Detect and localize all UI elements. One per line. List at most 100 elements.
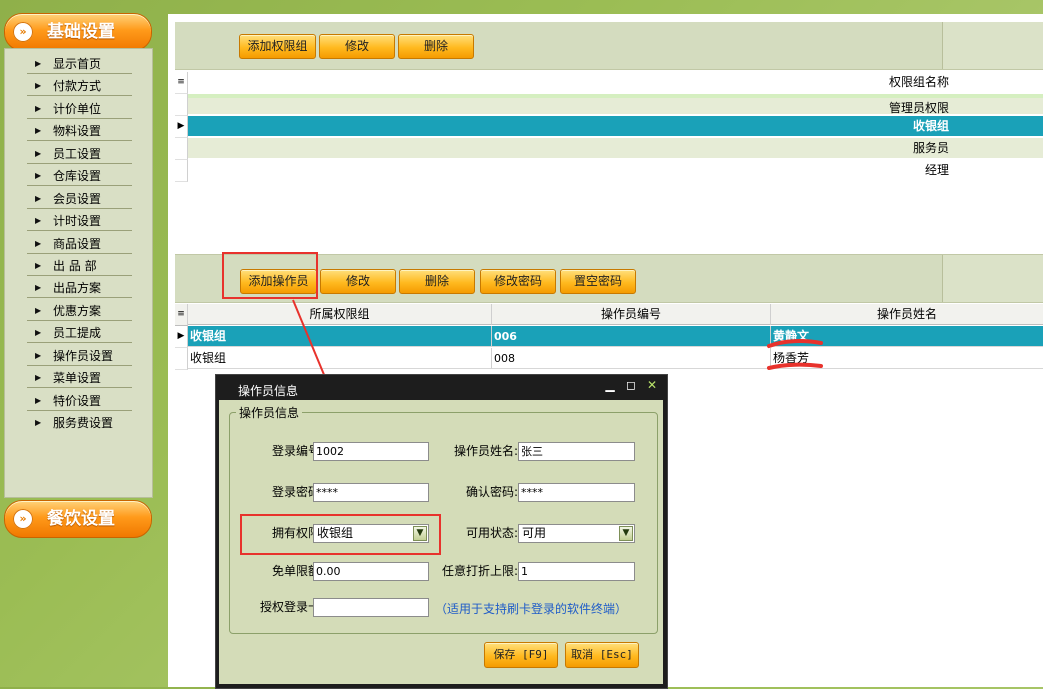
save-button[interactable]: 保存 [F9]	[484, 642, 558, 668]
permission-selected-value: 收银组	[317, 526, 354, 540]
add-operator-button[interactable]: 添加操作员	[240, 269, 317, 294]
sidebar-item-staff[interactable]: ▶ 员工设置	[27, 142, 132, 164]
grid-corner-icon: ≡	[175, 304, 188, 326]
triangle-right-icon: ▶	[35, 373, 42, 382]
status-selected-value: 可用	[522, 526, 547, 540]
sidebar-item-service-fee[interactable]: ▶ 服务费设置	[27, 411, 132, 432]
sidebar-item-commission[interactable]: ▶ 员工提成	[27, 321, 132, 343]
triangle-right-icon: ▶	[35, 261, 42, 270]
sidebar-item-menu[interactable]: ▶ 菜单设置	[27, 366, 132, 388]
triangle-right-icon: ▶	[35, 194, 42, 203]
clear-password-button[interactable]: 置空密码	[560, 269, 636, 294]
col-header-name[interactable]: 操作员姓名	[771, 304, 1043, 325]
triangle-right-icon: ▶	[35, 149, 42, 158]
login-password-input[interactable]: ****	[313, 483, 429, 502]
sidebar-header-label: 餐饮设置	[47, 509, 115, 529]
triangle-right-icon: ▶	[35, 239, 42, 248]
login-code-input[interactable]: 1002	[313, 442, 429, 461]
triangle-right-icon: ▶	[35, 283, 42, 292]
sidebar: » 基础设置 ▶ 显示首页 ▶ 付款方式 ▶ 计价单位 ▶ 物料设置 ▶ 员工设置 ▶ 仓库…	[0, 0, 160, 687]
triangle-right-icon: ▶	[35, 126, 42, 135]
cancel-button[interactable]: 取消 [Esc]	[565, 642, 639, 668]
group-legend: 操作员信息	[236, 404, 303, 421]
chevron-down-icon[interactable]: ▼	[619, 526, 633, 541]
operator-name-label: 操作员姓名:	[453, 444, 518, 458]
confirm-password-label: 确认密码:	[465, 485, 518, 499]
edit-operator-button[interactable]: 修改	[320, 269, 396, 294]
triangle-right-icon: ▶	[35, 306, 42, 315]
redaction-scribble	[767, 339, 823, 370]
auth-card-input[interactable]	[313, 598, 429, 617]
current-row-arrow-icon: ▶	[175, 116, 188, 138]
delete-operator-button[interactable]: 删除	[399, 269, 475, 294]
discount-limit-label: 任意打折上限:	[441, 564, 518, 578]
dialog-title: 操作员信息	[238, 384, 299, 398]
status-label: 可用状态:	[465, 526, 518, 540]
minimize-icon[interactable]: ▁	[602, 378, 618, 392]
perm-grid-row[interactable]: 经理	[188, 160, 1043, 181]
table-row-cell[interactable]: 006	[492, 326, 771, 347]
table-row-cell[interactable]: 008	[492, 348, 771, 369]
perm-grid-row-selected[interactable]: 收银组	[188, 116, 1043, 137]
triangle-right-icon: ▶	[35, 396, 42, 405]
row-indicator	[175, 348, 188, 370]
toolbar-spacer	[942, 255, 1043, 302]
col-header-code[interactable]: 操作员编号	[492, 304, 771, 325]
sidebar-item-member[interactable]: ▶ 会员设置	[27, 187, 132, 209]
edit-perm-group-button[interactable]: 修改	[319, 34, 395, 59]
triangle-right-icon: ▶	[35, 351, 42, 360]
sidebar-item-material[interactable]: ▶ 物料设置	[27, 119, 132, 141]
sidebar-item-home[interactable]: ▶ 显示首页	[27, 52, 132, 74]
grid-corner-icon: ≡	[175, 72, 188, 94]
operator-name-input[interactable]: 张三	[518, 442, 635, 461]
perm-toolbar: 添加权限组 修改 删除	[175, 22, 1043, 70]
triangle-right-icon: ▶	[35, 59, 42, 68]
sidebar-item-special-price[interactable]: ▶ 特价设置	[27, 389, 132, 411]
double-arrow-icon: »	[13, 22, 33, 42]
permission-select[interactable]: 收银组 ▼	[313, 524, 429, 543]
discount-limit-input[interactable]: 1	[518, 562, 635, 581]
sidebar-item-output-plan[interactable]: ▶ 出品方案	[27, 276, 132, 298]
operator-info-dialog: 操作员信息 ▁ ◻ ✕ 操作员信息 登录编号: 1002 操作员姓名: 张三 登…	[215, 374, 668, 689]
sidebar-item-goods[interactable]: ▶ 商品设置	[27, 232, 132, 254]
sidebar-item-discount-plan[interactable]: ▶ 优惠方案	[27, 299, 132, 321]
row-indicator	[175, 160, 188, 182]
dialog-body: 操作员信息 登录编号: 1002 操作员姓名: 张三 登录密码: **** 确认…	[219, 400, 663, 684]
sidebar-item-warehouse[interactable]: ▶ 仓库设置	[27, 164, 132, 186]
sidebar-menu: ▶ 显示首页 ▶ 付款方式 ▶ 计价单位 ▶ 物料设置 ▶ 员工设置 ▶ 仓库设置 ▶ 会员设…	[4, 48, 153, 498]
maximize-icon[interactable]: ◻	[623, 378, 639, 392]
sidebar-header-food-settings[interactable]: » 餐饮设置	[4, 500, 152, 538]
free-limit-input[interactable]: 0.00	[313, 562, 429, 581]
perm-grid-row[interactable]: 服务员	[188, 138, 1043, 159]
triangle-right-icon: ▶	[35, 418, 42, 427]
sidebar-item-timing[interactable]: ▶ 计时设置	[27, 209, 132, 231]
triangle-right-icon: ▶	[35, 171, 42, 180]
close-icon[interactable]: ✕	[644, 378, 660, 392]
row-indicator	[175, 94, 188, 116]
chevron-down-icon[interactable]: ▼	[413, 526, 427, 541]
sidebar-header-basic-settings[interactable]: » 基础设置	[4, 13, 152, 51]
triangle-right-icon: ▶	[35, 216, 42, 225]
confirm-password-input[interactable]: ****	[518, 483, 635, 502]
operator-info-group: 操作员信息 登录编号: 1002 操作员姓名: 张三 登录密码: **** 确认…	[229, 404, 658, 634]
perm-grid-row[interactable]: 管理员权限	[188, 94, 1043, 115]
sidebar-item-output-dept[interactable]: ▶ 出 品 部	[27, 254, 132, 276]
perm-group-grid: ≡ 权限组名称 管理员权限 ▶ 收银组 服务员 经理	[175, 72, 1043, 252]
sidebar-item-unit[interactable]: ▶ 计价单位	[27, 97, 132, 119]
sidebar-header-label: 基础设置	[47, 22, 115, 42]
triangle-right-icon: ▶	[35, 104, 42, 113]
delete-perm-group-button[interactable]: 删除	[398, 34, 474, 59]
status-select[interactable]: 可用 ▼	[518, 524, 635, 543]
perm-grid-header[interactable]: 权限组名称	[188, 72, 1043, 93]
sidebar-item-payment[interactable]: ▶ 付款方式	[27, 74, 132, 96]
add-perm-group-button[interactable]: 添加权限组	[239, 34, 316, 59]
row-indicator	[175, 138, 188, 160]
change-password-button[interactable]: 修改密码	[480, 269, 556, 294]
triangle-right-icon: ▶	[35, 328, 42, 337]
auth-card-hint: （适用于支持刷卡登录的软件终端）	[435, 602, 628, 616]
sidebar-item-operator[interactable]: ▶ 操作员设置	[27, 344, 132, 366]
triangle-right-icon: ▶	[35, 81, 42, 90]
toolbar-spacer	[942, 22, 1043, 69]
current-row-arrow-icon: ▶	[175, 326, 188, 348]
double-arrow-icon: »	[13, 509, 33, 529]
